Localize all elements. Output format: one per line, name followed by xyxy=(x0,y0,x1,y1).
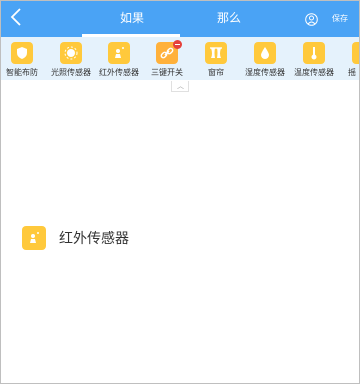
device-item-temperature-sensor[interactable]: 温度传感器 xyxy=(287,40,341,80)
device-label: 三键开关 xyxy=(151,68,183,77)
device-label: 温度传感器 xyxy=(294,68,334,77)
device-item-three-key-switch[interactable]: 三键开关 xyxy=(140,40,194,80)
collapse-button[interactable]: ︿ xyxy=(171,81,189,92)
droplet-icon xyxy=(254,42,276,64)
device-item-humidity-sensor[interactable]: 湿度传感器 xyxy=(238,40,292,80)
person-infrared-icon xyxy=(108,42,130,64)
device-item-partial[interactable]: 摇 xyxy=(336,40,360,80)
device-label: 摇 xyxy=(348,68,356,77)
save-button[interactable]: 保存 xyxy=(332,13,348,24)
user-icon[interactable] xyxy=(305,11,318,26)
device-label: 智能布防 xyxy=(6,68,38,77)
shield-icon xyxy=(11,42,33,64)
tab-then[interactable]: 那么 xyxy=(217,9,241,26)
curtain-icon xyxy=(205,42,227,64)
thermometer-icon xyxy=(303,42,325,64)
selected-condition-label: 红外传感器 xyxy=(59,231,129,247)
device-item-arming[interactable]: 智能布防 xyxy=(0,40,49,80)
chevron-up-icon: ︿ xyxy=(177,82,184,90)
device-label: 光照传感器 xyxy=(51,68,91,77)
remove-badge-icon[interactable] xyxy=(173,40,182,49)
device-label: 湿度传感器 xyxy=(245,68,285,77)
sun-icon xyxy=(60,42,82,64)
device-label: 窗帘 xyxy=(208,68,224,77)
top-bar: 如果 那么 保存 xyxy=(0,0,360,37)
tab-if[interactable]: 如果 xyxy=(120,9,144,26)
device-label: 红外传感器 xyxy=(99,68,139,77)
device-list: 智能布防 光照传感器 红外传感器 三键开关 窗帘 湿度传感器 温度传感器 摇 xyxy=(0,37,360,80)
back-icon[interactable] xyxy=(10,8,28,28)
partial-icon xyxy=(352,42,360,64)
person-infrared-icon xyxy=(22,226,46,250)
device-item-infrared-sensor[interactable]: 红外传感器 xyxy=(92,40,146,80)
device-item-light-sensor[interactable]: 光照传感器 xyxy=(44,40,98,80)
device-item-curtain[interactable]: 窗帘 xyxy=(189,40,243,80)
